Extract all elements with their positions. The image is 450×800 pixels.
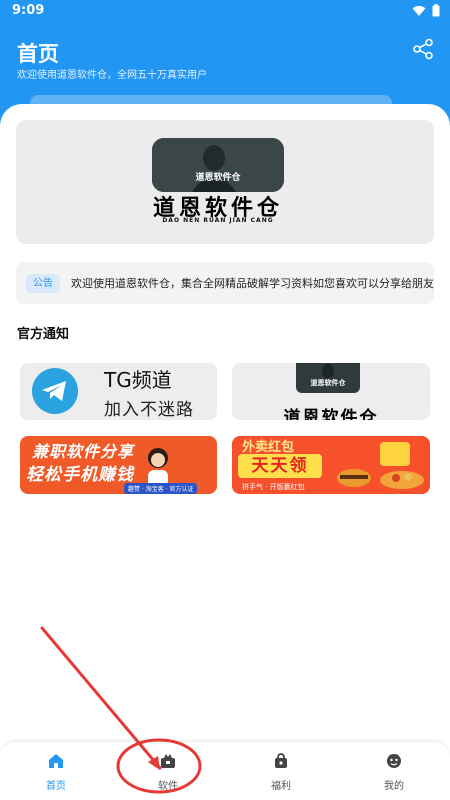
home-icon bbox=[49, 754, 63, 768]
share-icon[interactable] bbox=[412, 38, 434, 60]
software-warehouse-tile[interactable]: 道恩软件仓 道恩软件仓 bbox=[232, 363, 430, 420]
announcement-bar[interactable]: 公告 欢迎使用道恩软件仓，集合全网精品破解学习资料如您喜欢可以分享给朋友 bbox=[16, 262, 434, 304]
bottom-nav: 首页 软件 福利 我的 bbox=[0, 741, 450, 800]
takeout-coupon-tile[interactable]: 外卖红包 天天领 拼手气 · 开饭赢红包 bbox=[232, 436, 430, 494]
nav-item-mine[interactable]: 我的 bbox=[338, 742, 450, 800]
nav-item-welfare[interactable]: 福利 bbox=[225, 742, 337, 800]
coupon-subheadline: 天天领 bbox=[238, 454, 322, 478]
promo-chips: 趣赞 · 淘宝客 · 官方认证 bbox=[124, 483, 198, 494]
announcement-tag: 公告 bbox=[26, 274, 60, 293]
profile-icon bbox=[387, 754, 401, 768]
tg-title: TG频道 bbox=[104, 368, 172, 392]
section-title-official: 官方通知 bbox=[17, 327, 70, 342]
software-bag-icon bbox=[161, 754, 175, 768]
tile-logo-image: 道恩软件仓 bbox=[296, 363, 360, 393]
nav-item-software[interactable]: 软件 bbox=[112, 742, 224, 800]
telegram-icon bbox=[32, 368, 78, 414]
status-icons bbox=[412, 4, 440, 17]
promo-subheadline: 轻松手机赚钱 bbox=[26, 465, 134, 485]
nav-item-home[interactable]: 首页 bbox=[0, 742, 112, 800]
app-logo-image: 道恩软件仓 bbox=[152, 138, 284, 192]
page-subtitle: 欢迎使用道恩软件仓，全网五十万真实用户 bbox=[17, 70, 207, 81]
food-illustration bbox=[337, 442, 424, 489]
nav-label-mine: 我的 bbox=[384, 781, 404, 792]
wifi-icon bbox=[412, 5, 426, 16]
nav-label-software: 软件 bbox=[158, 781, 178, 792]
coupon-caption: 拼手气 · 开饭赢红包 bbox=[242, 483, 305, 491]
logo-figure bbox=[152, 138, 284, 192]
nav-label-welfare: 福利 bbox=[271, 781, 291, 792]
tg-subtitle: 加入不迷路 bbox=[104, 400, 194, 420]
tile-logo-caption: 道恩软件仓 bbox=[310, 379, 346, 387]
coupon-headline: 外卖红包 bbox=[242, 440, 295, 455]
announcement-text: 欢迎使用道恩软件仓，集合全网精品破解学习资料如您喜欢可以分享给朋友 bbox=[71, 277, 434, 290]
promo-headline: 兼职软件分享 bbox=[32, 442, 135, 461]
part-time-promo-tile[interactable]: 兼职软件分享 轻松手机赚钱 趣赞 · 淘宝客 · 官方认证 bbox=[20, 436, 217, 494]
gift-bag-icon bbox=[275, 753, 287, 768]
status-time: 9:09 bbox=[12, 3, 45, 18]
tile-logo-title: 道恩软件仓 bbox=[283, 408, 379, 420]
tg-channel-tile[interactable]: TG频道 加入不迷路 bbox=[20, 363, 217, 420]
nav-label-home: 首页 bbox=[46, 781, 66, 792]
status-bar: 9:09 bbox=[0, 0, 450, 24]
battery-icon bbox=[432, 4, 440, 17]
page-title: 首页 bbox=[17, 42, 59, 66]
banner-subtitle: DAO NEN RUAN JIAN CANG bbox=[162, 217, 274, 224]
logo-caption: 道恩软件仓 bbox=[195, 173, 241, 183]
